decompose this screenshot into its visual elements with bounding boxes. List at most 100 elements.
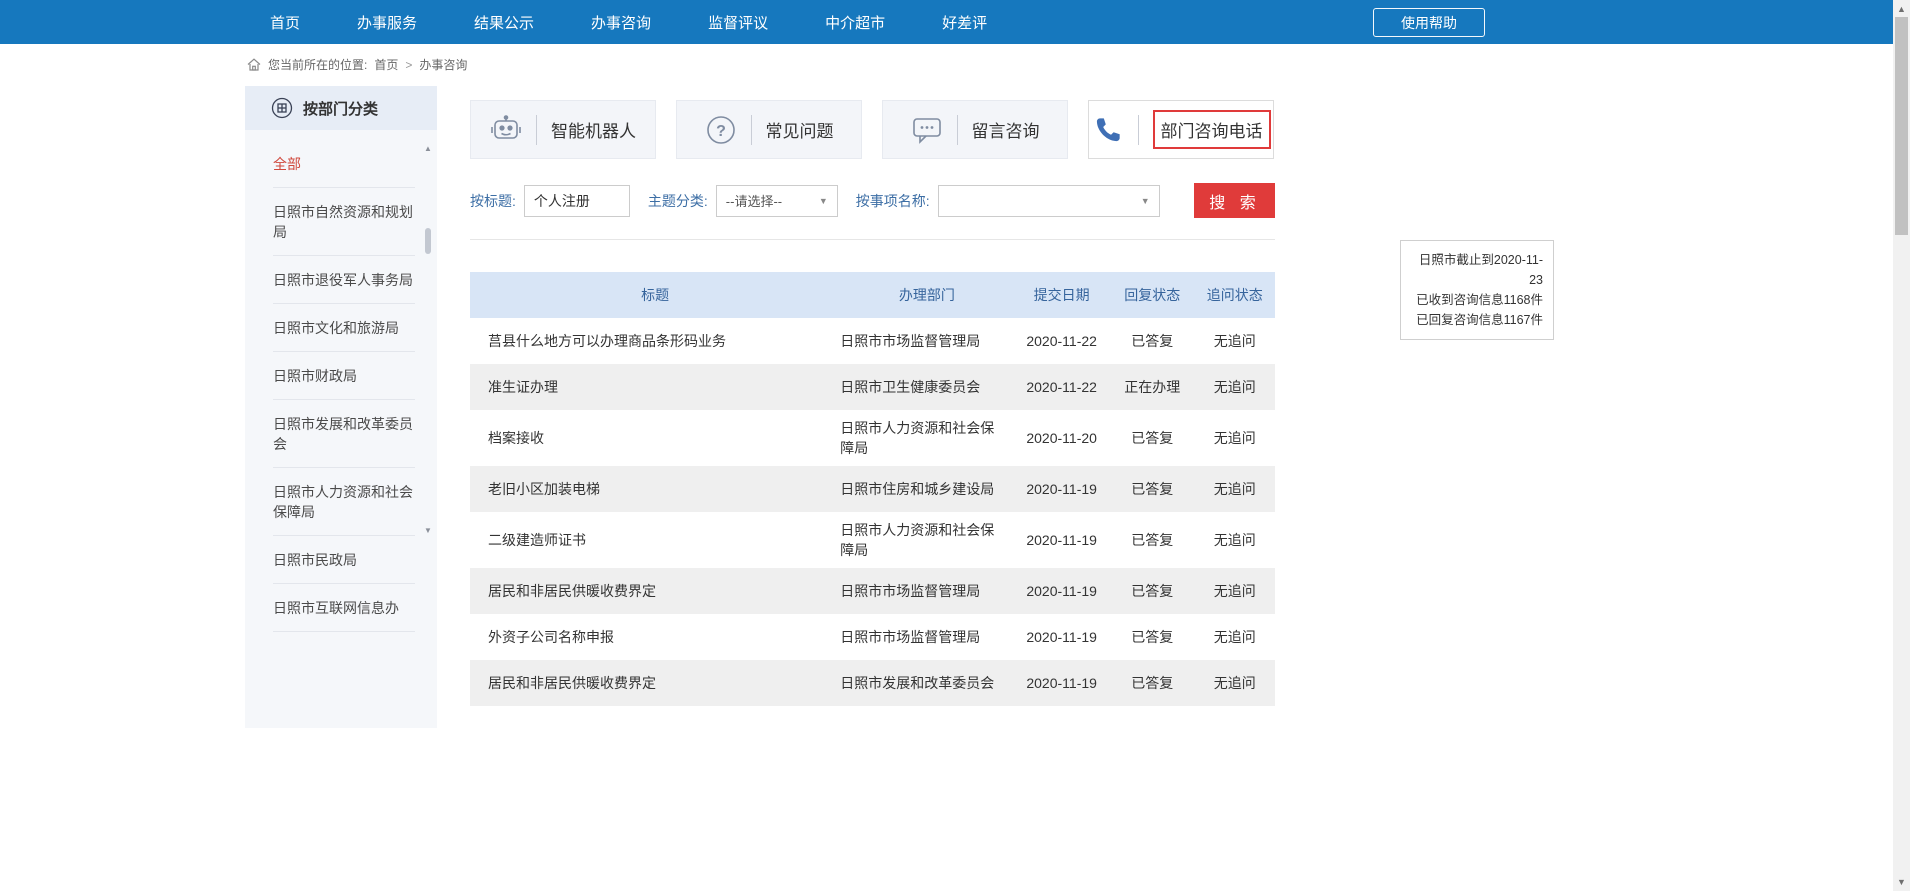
nav-item[interactable]: 好差评 (942, 12, 987, 33)
cell-department: 日照市人力资源和社会保障局 (840, 512, 1013, 568)
breadcrumb-bar: 您当前所在的位置: 首页 > 办事咨询 (0, 44, 1910, 84)
breadcrumb: 您当前所在的位置: 首页 > 办事咨询 (247, 56, 467, 73)
sidebar-item[interactable]: 日照市财政局 (273, 352, 415, 400)
column-header: 提交日期 (1013, 272, 1110, 318)
table-row[interactable]: 准生证办理日照市卫生健康委员会2020-11-22正在办理无追问 (470, 364, 1275, 410)
cell-reply-status: 已答复 (1110, 318, 1195, 364)
divider (957, 115, 958, 145)
sidebar-scrollbar[interactable]: ▲ ▼ (422, 144, 434, 536)
cell-reply-status: 已答复 (1110, 512, 1195, 568)
cell-date: 2020-11-22 (1013, 364, 1110, 410)
svg-text:?: ? (716, 123, 726, 140)
sidebar-item[interactable]: 日照市发展和改革委员会 (273, 400, 415, 468)
item-filter-label: 按事项名称: (856, 191, 930, 211)
cell-reply-status: 已答复 (1110, 568, 1195, 614)
consultation-table: 标题办理部门提交日期回复状态追问状态 莒县什么地方可以办理商品条形码业务日照市市… (470, 272, 1275, 706)
column-header: 办理部门 (840, 272, 1013, 318)
cell-department: 日照市卫生健康委员会 (840, 364, 1013, 410)
cell-reply-status: 已答复 (1110, 410, 1195, 466)
table-row[interactable]: 二级建造师证书日照市人力资源和社会保障局2020-11-19已答复无追问 (470, 512, 1275, 568)
cell-title[interactable]: 二级建造师证书 (470, 512, 840, 568)
table-row[interactable]: 档案接收日照市人力资源和社会保障局2020-11-20已答复无追问 (470, 410, 1275, 466)
table-header-row: 标题办理部门提交日期回复状态追问状态 (470, 272, 1275, 318)
sidebar-list: 全部日照市自然资源和规划局日照市退役军人事务局日照市文化和旅游局日照市财政局日照… (245, 130, 437, 632)
tab-department-phone[interactable]: 部门咨询电话 (1088, 100, 1274, 159)
cell-department: 日照市市场监督管理局 (840, 318, 1013, 364)
nav-item[interactable]: 结果公示 (474, 12, 534, 33)
tab-smart-robot[interactable]: 智能机器人 (470, 100, 656, 159)
nav-item[interactable]: 办事咨询 (591, 12, 651, 33)
nav-item[interactable]: 办事服务 (357, 12, 417, 33)
divider (1138, 115, 1139, 145)
sidebar-item[interactable]: 日照市互联网信息办 (273, 584, 415, 632)
cell-date: 2020-11-19 (1013, 466, 1110, 512)
sidebar-scrollbar-thumb[interactable] (425, 228, 431, 254)
table-row[interactable]: 外资子公司名称申报日照市市场监督管理局2020-11-19已答复无追问 (470, 614, 1275, 660)
scroll-up-icon[interactable]: ▲ (422, 144, 434, 154)
table-row[interactable]: 居民和非居民供暖收费界定日照市发展和改革委员会2020-11-19已答复无追问 (470, 660, 1275, 706)
search-filter-bar: 按标题: 主题分类: --请选择-- ▼ 按事项名称: ▼ 搜 索 (470, 183, 1275, 240)
chevron-down-icon: ▼ (819, 196, 828, 206)
cell-department: 日照市住房和城乡建设局 (840, 466, 1013, 512)
consult-channel-tabs: 智能机器人 ? 常见问题 留 (470, 100, 1275, 159)
cell-title[interactable]: 居民和非居民供暖收费界定 (470, 660, 840, 706)
sidebar-item[interactable]: 日照市自然资源和规划局 (273, 188, 415, 256)
nav-item[interactable]: 中介超市 (825, 12, 885, 33)
sidebar-item[interactable]: 日照市人力资源和社会保障局 (273, 468, 415, 536)
page-scrollbar[interactable]: ▲ ▼ (1893, 0, 1910, 891)
scroll-up-icon[interactable]: ▲ (1893, 2, 1910, 16)
tab-label: 部门咨询电话 (1153, 110, 1271, 149)
robot-icon (490, 114, 522, 146)
cell-date: 2020-11-19 (1013, 660, 1110, 706)
cell-date: 2020-11-22 (1013, 318, 1110, 364)
sidebar-item[interactable]: 日照市文化和旅游局 (273, 304, 415, 352)
table-row[interactable]: 老旧小区加装电梯日照市住房和城乡建设局2020-11-19已答复无追问 (470, 466, 1275, 512)
cell-title[interactable]: 居民和非居民供暖收费界定 (470, 568, 840, 614)
nav-item[interactable]: 监督评议 (708, 12, 768, 33)
home-icon (247, 58, 261, 71)
cell-title[interactable]: 外资子公司名称申报 (470, 614, 840, 660)
sidebar-header: 按部门分类 (245, 86, 437, 130)
table-row[interactable]: 莒县什么地方可以办理商品条形码业务日照市市场监督管理局2020-11-22已答复… (470, 318, 1275, 364)
chevron-down-icon: ▼ (1141, 196, 1150, 206)
cell-title[interactable]: 老旧小区加装电梯 (470, 466, 840, 512)
cell-followup-status: 无追问 (1194, 512, 1275, 568)
sidebar-item[interactable]: 全部 (273, 140, 415, 188)
cell-date: 2020-11-19 (1013, 614, 1110, 660)
cell-date: 2020-11-19 (1013, 568, 1110, 614)
cell-reply-status: 已答复 (1110, 466, 1195, 512)
cell-followup-status: 无追问 (1194, 318, 1275, 364)
tab-faq[interactable]: ? 常见问题 (676, 100, 862, 159)
category-select-value: --请选择-- (726, 191, 782, 210)
page-scrollbar-thumb[interactable] (1895, 17, 1908, 235)
help-button[interactable]: 使用帮助 (1373, 8, 1485, 37)
cell-followup-status: 无追问 (1194, 410, 1275, 466)
cell-department: 日照市人力资源和社会保障局 (840, 410, 1013, 466)
breadcrumb-separator: > (405, 58, 412, 72)
table-row[interactable]: 居民和非居民供暖收费界定日照市市场监督管理局2020-11-19已答复无追问 (470, 568, 1275, 614)
scroll-down-icon[interactable]: ▼ (1893, 875, 1910, 889)
column-header: 追问状态 (1194, 272, 1275, 318)
cell-title[interactable]: 莒县什么地方可以办理商品条形码业务 (470, 318, 840, 364)
breadcrumb-home-link[interactable]: 首页 (374, 56, 398, 73)
nav-item[interactable]: 首页 (270, 12, 300, 33)
title-search-input[interactable] (524, 185, 630, 217)
sidebar-item[interactable]: 日照市退役军人事务局 (273, 256, 415, 304)
cell-department: 日照市市场监督管理局 (840, 568, 1013, 614)
scroll-down-icon[interactable]: ▼ (422, 526, 434, 536)
cell-title[interactable]: 准生证办理 (470, 364, 840, 410)
category-select[interactable]: --请选择-- ▼ (716, 185, 838, 217)
title-filter-label: 按标题: (470, 191, 516, 211)
sidebar-item[interactable]: 日照市民政局 (273, 536, 415, 584)
search-button[interactable]: 搜 索 (1194, 183, 1275, 218)
cell-reply-status: 已答复 (1110, 614, 1195, 660)
column-header: 回复状态 (1110, 272, 1195, 318)
question-icon: ? (705, 114, 737, 146)
divider (536, 115, 537, 145)
breadcrumb-prefix: 您当前所在的位置: (268, 56, 367, 73)
cell-title[interactable]: 档案接收 (470, 410, 840, 466)
item-name-select[interactable]: ▼ (938, 185, 1160, 217)
tab-message-consult[interactable]: 留言咨询 (882, 100, 1068, 159)
cell-department: 日照市市场监督管理局 (840, 614, 1013, 660)
column-header: 标题 (470, 272, 840, 318)
